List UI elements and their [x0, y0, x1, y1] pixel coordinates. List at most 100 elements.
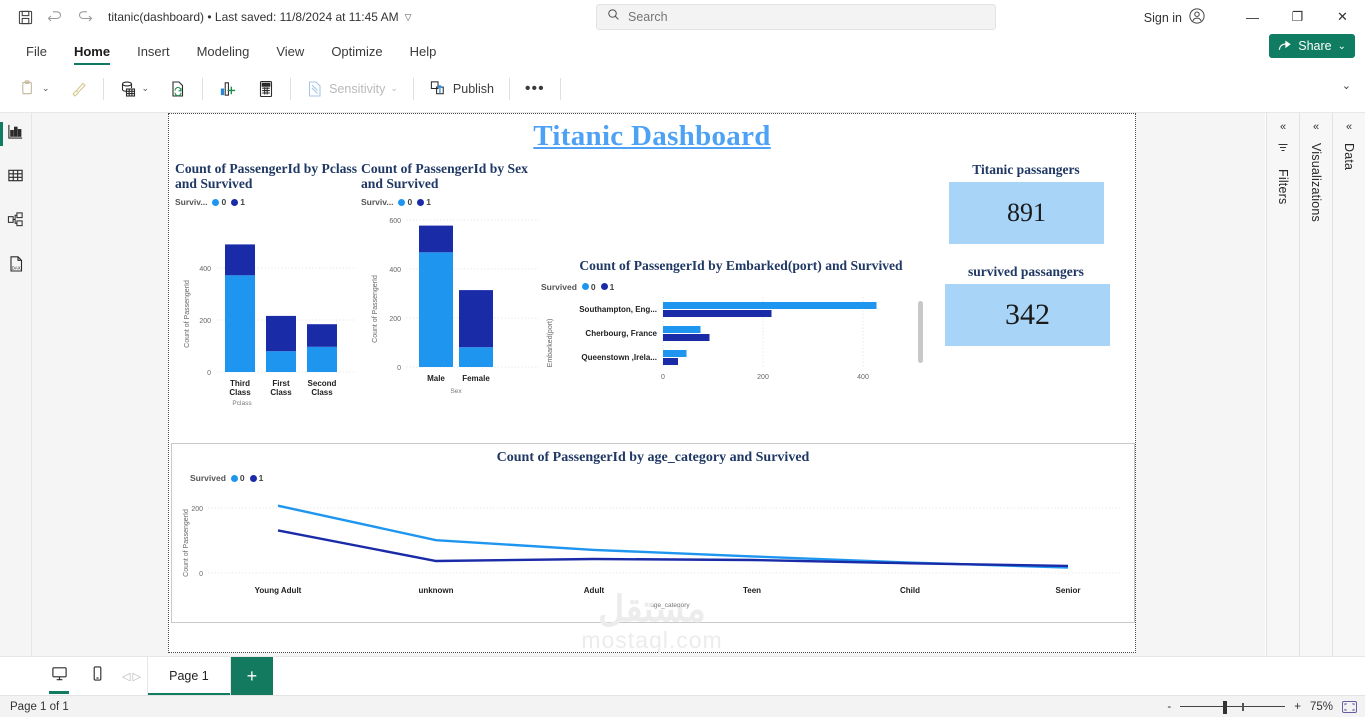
- model-icon: [7, 211, 24, 233]
- filters-pane-label: Filters: [1276, 169, 1290, 205]
- visual-pclass-plot[interactable]: 400 200 0 Count of PassengerId Third Cla…: [175, 209, 361, 397]
- toolbar-divider-4: [412, 77, 414, 100]
- data-pane[interactable]: « Data: [1332, 113, 1365, 656]
- sensitivity-caret-icon: ⌄: [390, 83, 398, 93]
- zoom-slider[interactable]: [1180, 700, 1286, 714]
- visual-age-category-chart[interactable]: Count of PassengerId by age_category and…: [171, 443, 1135, 623]
- bar-first-class-died: [266, 351, 296, 373]
- new-visual-button[interactable]: [208, 69, 247, 109]
- card-total-passengers[interactable]: Titanic passangers 891: [942, 162, 1110, 244]
- visual-embarked-legend[interactable]: Survived 0 1: [541, 282, 941, 292]
- page-tab-page-1[interactable]: Page 1: [146, 656, 231, 696]
- watermark-latin: mostaql.com: [581, 627, 723, 653]
- dax-query-view-button[interactable]: DAX: [1, 251, 31, 281]
- desktop-layout-button[interactable]: [40, 657, 78, 696]
- sensitivity-label: Sensitivity: [329, 81, 386, 96]
- tab-home[interactable]: Home: [62, 40, 122, 65]
- restore-button[interactable]: ❐: [1275, 0, 1320, 34]
- ytick-200: 200: [191, 506, 203, 513]
- legend-label-1: 1: [240, 197, 245, 208]
- refresh-button[interactable]: [159, 69, 197, 109]
- expand-data-chevron-icon[interactable]: «: [1346, 121, 1352, 133]
- mobile-layout-button[interactable]: [78, 657, 116, 696]
- visual-pclass-chart[interactable]: Count of PassengerId by Pclass and Survi…: [175, 161, 361, 407]
- visual-sex-chart[interactable]: Count of PassengerId by Sex and Survived…: [361, 161, 546, 402]
- visualizations-pane[interactable]: « Visualizations: [1299, 113, 1332, 656]
- bar-second-class-died: [307, 347, 337, 373]
- share-button[interactable]: Share ⌄: [1269, 34, 1355, 58]
- visual-sex-plot[interactable]: 600 400 200 0 Count of PassengerId Male …: [361, 209, 546, 401]
- visual-embarked-plot[interactable]: Embarked(port) Southampton, Eng... Cherb…: [541, 295, 941, 385]
- redo-icon[interactable]: [70, 2, 100, 32]
- zoom-in-button[interactable]: +: [1294, 701, 1301, 713]
- bar-third-class-died: [225, 275, 255, 373]
- close-button[interactable]: ✕: [1320, 0, 1365, 34]
- filters-pane[interactable]: « Filters: [1266, 113, 1299, 656]
- card-total-passengers-title: Titanic passangers: [972, 162, 1080, 177]
- tab-file[interactable]: File: [14, 40, 59, 65]
- xtick-third-class: Third: [230, 379, 250, 388]
- toolbar-divider-3: [290, 77, 292, 100]
- report-view-button[interactable]: [0, 119, 31, 149]
- next-page-button[interactable]: ▷: [132, 670, 140, 683]
- xtick-first-class-2: Class: [270, 388, 292, 397]
- tab-help[interactable]: Help: [398, 40, 449, 65]
- expand-visualizations-chevron-icon[interactable]: «: [1313, 121, 1319, 133]
- collapse-ribbon-button[interactable]: ⌄: [1342, 79, 1351, 92]
- ytick-200: 200: [199, 318, 211, 325]
- search-input[interactable]: [628, 10, 968, 24]
- title-dropdown-caret[interactable]: ▽: [405, 12, 412, 23]
- page-title: Titanic Dashboard: [533, 120, 771, 152]
- visual-sex-title: Count of PassengerId by Sex and Survived: [361, 161, 528, 191]
- view-switcher-rail: DAX: [0, 113, 32, 656]
- zoom-out-button[interactable]: -: [1167, 701, 1171, 713]
- model-view-button[interactable]: [1, 207, 31, 237]
- tab-view[interactable]: View: [264, 40, 316, 65]
- search-icon: [607, 8, 620, 26]
- tab-insert[interactable]: Insert: [125, 40, 182, 65]
- tab-modeling[interactable]: Modeling: [185, 40, 262, 65]
- publish-label: Publish: [452, 81, 494, 96]
- expand-filters-chevron-icon[interactable]: «: [1280, 121, 1286, 133]
- format-painter-button[interactable]: [60, 69, 98, 109]
- add-page-button[interactable]: +: [230, 656, 273, 696]
- tab-optimize[interactable]: Optimize: [319, 40, 394, 65]
- visual-embarked-scrollbar[interactable]: [918, 301, 923, 363]
- xtick-third-class-2: Class: [229, 388, 251, 397]
- previous-page-button[interactable]: ◁: [122, 670, 130, 683]
- publish-button[interactable]: Publish: [419, 69, 504, 109]
- legend-swatch-0: [581, 283, 589, 291]
- undo-icon[interactable]: [40, 2, 70, 32]
- report-canvas-area[interactable]: Titanic Dashboard Count of PassengerId b…: [32, 113, 1265, 656]
- title-bar: titanic(dashboard) • Last saved: 11/8/20…: [0, 0, 1365, 34]
- visual-sex-legend[interactable]: Surviv... 0 1: [361, 197, 546, 207]
- share-caret-icon: ⌄: [1337, 40, 1346, 52]
- minimize-button[interactable]: —: [1230, 0, 1275, 34]
- sign-in-button[interactable]: Sign in: [1144, 8, 1205, 27]
- get-data-button[interactable]: ⌄: [109, 69, 160, 109]
- save-icon[interactable]: [10, 2, 40, 32]
- phone-icon: [89, 665, 106, 687]
- visual-age-category-plot[interactable]: Count of PassengerId 200 0 Young Adult u…: [172, 483, 1134, 613]
- visual-age-category-legend[interactable]: Survived 0 1: [190, 473, 1134, 483]
- sensitivity-button[interactable]: Sensitivity ⌄: [296, 69, 408, 109]
- visual-embarked-chart[interactable]: Count of PassengerId by Embarked(port) a…: [541, 258, 941, 404]
- card-survived-passengers-value: 342: [945, 284, 1110, 346]
- paste-caret-icon: ⌄: [42, 83, 50, 93]
- more-options-button[interactable]: •••: [515, 69, 555, 109]
- legend-swatch-1: [417, 198, 425, 206]
- zoom-slider-thumb[interactable]: [1223, 700, 1228, 714]
- search-box[interactable]: [596, 4, 996, 30]
- xtick-male: Male: [427, 374, 445, 383]
- paste-button[interactable]: ⌄: [10, 69, 60, 109]
- bar-female-died: [459, 347, 493, 368]
- xtick-young-adult: Young Adult: [255, 586, 302, 595]
- fit-to-page-icon[interactable]: [1342, 700, 1357, 713]
- table-view-button[interactable]: [1, 163, 31, 193]
- xtick-female: Female: [462, 374, 490, 383]
- card-survived-passengers[interactable]: survived passangers 342: [942, 264, 1110, 346]
- ytick-200: 200: [389, 316, 401, 323]
- new-measure-button[interactable]: [247, 69, 285, 109]
- visual-pclass-legend[interactable]: Surviv... 0 1: [175, 197, 361, 207]
- report-page-canvas[interactable]: Titanic Dashboard Count of PassengerId b…: [168, 113, 1136, 653]
